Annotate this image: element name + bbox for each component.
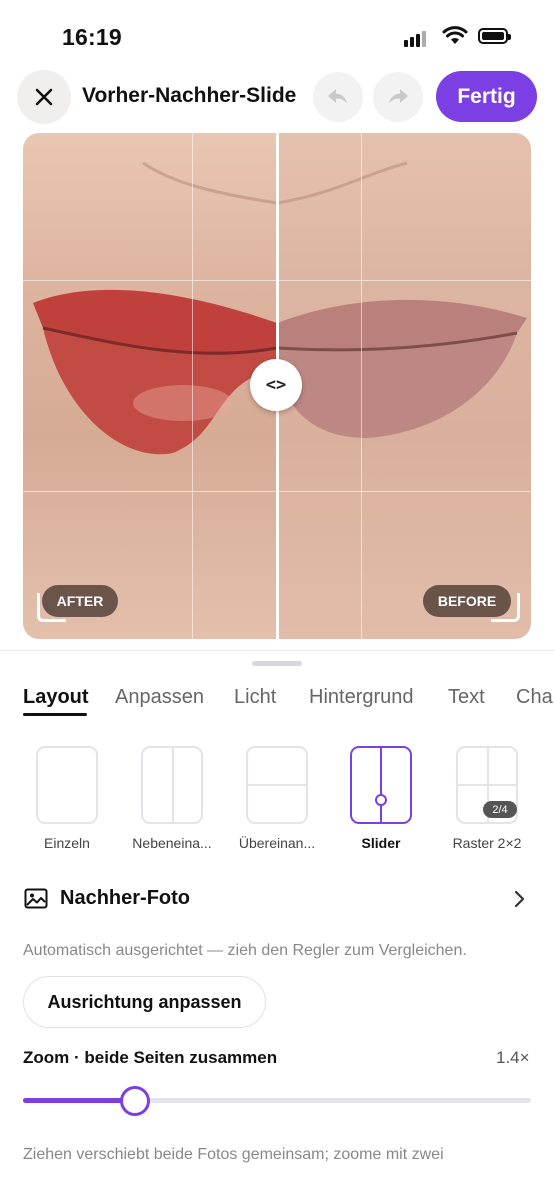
tab-cha[interactable]: Cha [516, 686, 553, 709]
redo-icon [389, 89, 408, 104]
tab-text[interactable]: Text [448, 686, 485, 709]
adjust-alignment-button[interactable]: Ausrichtung anpassen [23, 976, 266, 1028]
layout-label: Raster 2×2 [452, 835, 522, 851]
zoom-slider-fill [23, 1098, 135, 1103]
done-button[interactable]: Fertig [436, 71, 537, 122]
before-after-preview[interactable]: <> AFTER BEFORE [23, 133, 531, 639]
layout-option-stacked[interactable] [246, 746, 308, 824]
after-photo [23, 133, 277, 639]
tab-hintergrund[interactable]: Hintergrund [309, 686, 414, 709]
redo-button[interactable] [373, 72, 423, 122]
undo-icon [328, 89, 347, 104]
close-icon [35, 88, 53, 106]
status-time: 16:19 [62, 24, 122, 50]
wifi-icon [442, 26, 468, 44]
tab-layout[interactable]: Layout [23, 686, 89, 709]
slider-handle[interactable]: <> [250, 359, 302, 411]
alignment-hint: Automatisch ausgerichtet — zieh den Regl… [23, 942, 467, 959]
layout-option-side-by-side[interactable] [141, 746, 203, 824]
active-tab-indicator [23, 713, 87, 716]
layout-label: Slider [361, 835, 401, 851]
layout-option-single[interactable] [36, 746, 98, 824]
chevron-right-icon[interactable] [513, 890, 525, 908]
layout-label: Einzeln [44, 835, 90, 851]
close-button[interactable] [17, 70, 71, 124]
sheet-grabber[interactable] [252, 661, 302, 666]
grid-count-badge: 2/4 [483, 801, 517, 818]
after-label: AFTER [42, 585, 118, 617]
undo-button[interactable] [313, 72, 363, 122]
cellular-signal-icon [404, 29, 434, 47]
tab-licht[interactable]: Licht [234, 686, 276, 709]
image-icon [24, 888, 48, 909]
tab-anpassen[interactable]: Anpassen [115, 686, 204, 709]
layout-label: Nebeneina... [132, 835, 212, 851]
page-title: Vorher-Nachher-Slide [82, 84, 297, 107]
zoom-hint: Ziehen verschiebt beide Fotos gemeinsam;… [23, 1146, 444, 1163]
layout-label: Übereinan... [238, 835, 316, 851]
zoom-slider-thumb[interactable] [119, 1086, 150, 1116]
zoom-value: 1.4× [496, 1048, 530, 1067]
before-photo [277, 133, 531, 639]
sheet-divider [0, 650, 554, 651]
layout-option-grid-2x2[interactable]: 2/4 [456, 746, 518, 824]
after-photo-section-title[interactable]: Nachher-Foto [60, 887, 190, 910]
layout-option-slider[interactable] [350, 746, 412, 824]
before-label: BEFORE [423, 585, 511, 617]
zoom-label: Zoom · beide Seiten zusammen [23, 1048, 278, 1067]
battery-icon [478, 28, 511, 44]
